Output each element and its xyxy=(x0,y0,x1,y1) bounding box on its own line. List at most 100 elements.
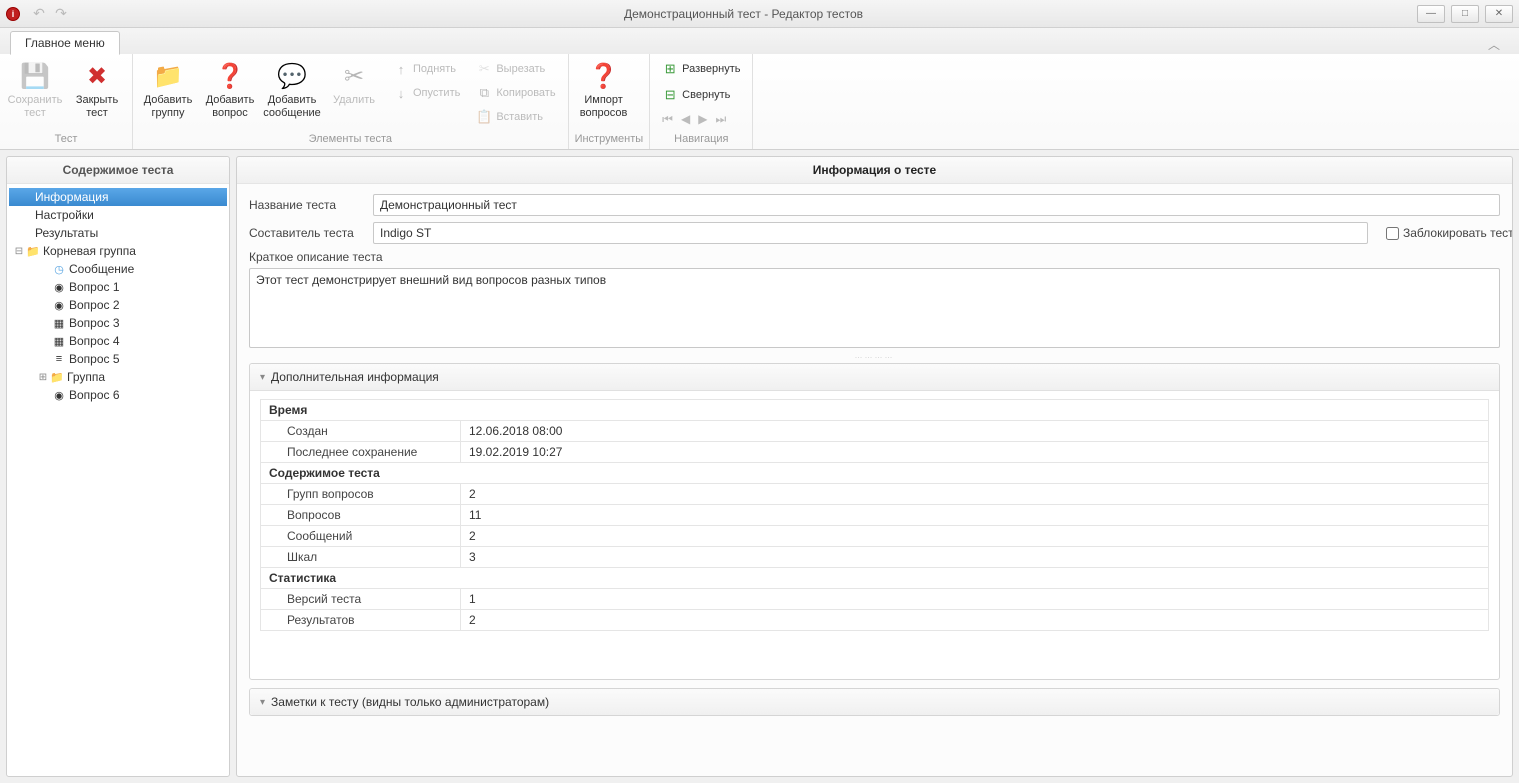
tree-item-settings[interactable]: Настройки xyxy=(9,206,227,224)
label-description: Краткое описание теста xyxy=(249,250,1500,264)
main-area: Содержимое теста Информация Настройки Ре… xyxy=(0,150,1519,783)
move-down-button[interactable]: ↓ Опустить xyxy=(387,82,466,104)
move-up-button[interactable]: ↑ Поднять xyxy=(387,58,466,80)
close-icon: ✖ xyxy=(81,60,113,92)
tree-item-q5[interactable]: ≡Вопрос 5 xyxy=(9,350,227,368)
chevron-down-icon: ▾ xyxy=(260,697,265,708)
author-input[interactable] xyxy=(373,222,1368,244)
info-table: Время Создан12.06.2018 08:00 Последнее с… xyxy=(260,399,1489,631)
copy-button[interactable]: ⧉ Копировать xyxy=(470,82,561,104)
accordion-notes-header[interactable]: ▾ Заметки к тесту (видны только админист… xyxy=(250,689,1499,715)
arrow-up-icon: ↑ xyxy=(393,61,409,77)
row-messages-value: 2 xyxy=(461,526,1489,547)
ribbon-group-nav: ⊞ Развернуть ⊟ Свернуть ⏮ ◀ ▶ ⏭ Навигаци… xyxy=(650,54,753,149)
nav-prev-icon[interactable]: ◀ xyxy=(681,112,690,127)
row-questions-value: 11 xyxy=(461,505,1489,526)
tree: Информация Настройки Результаты ⊟📁Корнев… xyxy=(7,184,229,776)
minimize-button[interactable]: — xyxy=(1417,5,1445,23)
right-panel-title: Информация о тесте xyxy=(237,157,1512,184)
ribbon: 💾 Сохранить тест ✖ Закрыть тест Тест 📁 Д… xyxy=(0,54,1519,150)
folder-icon: 📁 xyxy=(49,371,65,384)
redo-button[interactable]: ↷ xyxy=(52,5,70,23)
ribbon-group-elements-title: Элементы теста xyxy=(139,133,562,145)
app-icon: i xyxy=(6,7,20,21)
accordion-more-info-header[interactable]: ▾ Дополнительная информация xyxy=(250,364,1499,391)
tree-item-q2[interactable]: ◉Вопрос 2 xyxy=(9,296,227,314)
tree-item-q1[interactable]: ◉Вопрос 1 xyxy=(9,278,227,296)
tree-item-group[interactable]: ⊞📁Группа xyxy=(9,368,227,386)
expand-all-button[interactable]: ⊞ Развернуть xyxy=(656,58,746,80)
row-scales-value: 3 xyxy=(461,547,1489,568)
expand-icon: ⊞ xyxy=(662,61,678,77)
save-test-button[interactable]: 💾 Сохранить тест xyxy=(6,58,64,122)
test-name-input[interactable] xyxy=(373,194,1500,216)
left-panel: Содержимое теста Информация Настройки Ре… xyxy=(6,156,230,777)
row-scales-label: Шкал xyxy=(261,547,461,568)
tree-item-q6[interactable]: ◉Вопрос 6 xyxy=(9,386,227,404)
row-results-label: Результатов xyxy=(261,610,461,631)
accordion-more-info: ▾ Дополнительная информация Время Создан… xyxy=(249,363,1500,680)
row-groups-value: 2 xyxy=(461,484,1489,505)
nav-next-icon[interactable]: ▶ xyxy=(698,112,707,127)
ribbon-group-tools-title: Инструменты xyxy=(575,133,644,145)
left-panel-title: Содержимое теста xyxy=(7,157,229,184)
row-saved-value: 19.02.2019 10:27 xyxy=(461,442,1489,463)
add-message-button[interactable]: 💬 Добавить сообщение xyxy=(263,58,321,122)
lock-test-label: Заблокировать тест xyxy=(1403,226,1513,240)
row-versions-label: Версий теста xyxy=(261,589,461,610)
import-questions-button[interactable]: ❓ Импорт вопросов xyxy=(575,58,633,122)
tree-item-message[interactable]: ◷Сообщение xyxy=(9,260,227,278)
accordion-notes: ▾ Заметки к тесту (видны только админист… xyxy=(249,688,1500,716)
undo-button[interactable]: ↶ xyxy=(30,5,48,23)
close-window-button[interactable]: ✕ xyxy=(1485,5,1513,23)
form-area: Название теста Составитель теста Заблоки… xyxy=(237,184,1512,363)
row-groups-label: Групп вопросов xyxy=(261,484,461,505)
nav-last-icon[interactable]: ⏭ xyxy=(715,112,726,127)
cut-button[interactable]: ✂ Вырезать xyxy=(470,58,561,80)
maximize-button[interactable]: □ xyxy=(1451,5,1479,23)
radio-icon: ◉ xyxy=(51,389,67,402)
row-created-value: 12.06.2018 08:00 xyxy=(461,421,1489,442)
label-author: Составитель теста xyxy=(249,226,363,240)
folder-add-icon: 📁 xyxy=(152,60,184,92)
nav-first-icon[interactable]: ⏮ xyxy=(662,112,673,127)
add-group-button[interactable]: 📁 Добавить группу xyxy=(139,58,197,122)
delete-icon: ✂ xyxy=(338,60,370,92)
close-test-button[interactable]: ✖ Закрыть тест xyxy=(68,58,126,122)
tree-item-root-group[interactable]: ⊟📁Корневая группа xyxy=(9,242,227,260)
ribbon-group-nav-title: Навигация xyxy=(656,133,746,145)
ribbon-collapse-button[interactable]: ︿ xyxy=(1485,36,1503,54)
ribbon-group-tools: ❓ Импорт вопросов Инструменты xyxy=(569,54,651,149)
tab-main-menu[interactable]: Главное меню xyxy=(10,31,120,55)
paste-icon: 📋 xyxy=(476,109,492,125)
textarea-resize-handle[interactable]: ………… xyxy=(249,351,1500,359)
tree-item-info[interactable]: Информация xyxy=(9,188,227,206)
delete-button[interactable]: ✂ Удалить xyxy=(325,58,383,109)
tree-item-q3[interactable]: ▦Вопрос 3 xyxy=(9,314,227,332)
tree-item-results[interactable]: Результаты xyxy=(9,224,227,242)
paste-button[interactable]: 📋 Вставить xyxy=(470,106,561,128)
question-add-icon: ❓ xyxy=(214,60,246,92)
collapse-icon: ⊟ xyxy=(662,87,678,103)
row-messages-label: Сообщений xyxy=(261,526,461,547)
row-versions-value: 1 xyxy=(461,589,1489,610)
arrow-down-icon: ↓ xyxy=(393,85,409,101)
radio-icon: ◉ xyxy=(51,299,67,312)
import-icon: ❓ xyxy=(588,60,620,92)
add-question-button[interactable]: ❓ Добавить вопрос xyxy=(201,58,259,122)
row-saved-label: Последнее сохранение xyxy=(261,442,461,463)
lock-test-wrap[interactable]: Заблокировать тест xyxy=(1386,226,1500,240)
description-textarea[interactable]: Этот тест демонстрирует внешний вид вопр… xyxy=(249,268,1500,348)
collapse-all-button[interactable]: ⊟ Свернуть xyxy=(656,84,736,106)
lock-test-checkbox[interactable] xyxy=(1386,227,1399,240)
section-stats: Статистика xyxy=(261,568,1489,589)
row-results-value: 2 xyxy=(461,610,1489,631)
section-time: Время xyxy=(261,400,1489,421)
tree-item-q4[interactable]: ▦Вопрос 4 xyxy=(9,332,227,350)
grid-icon: ▦ xyxy=(51,335,67,348)
titlebar: i ↶ ↷ Демонстрационный тест - Редактор т… xyxy=(0,0,1519,28)
copy-icon: ⧉ xyxy=(476,85,492,101)
grid-icon: ▦ xyxy=(51,317,67,330)
message-add-icon: 💬 xyxy=(276,60,308,92)
ribbon-group-test: 💾 Сохранить тест ✖ Закрыть тест Тест xyxy=(0,54,133,149)
